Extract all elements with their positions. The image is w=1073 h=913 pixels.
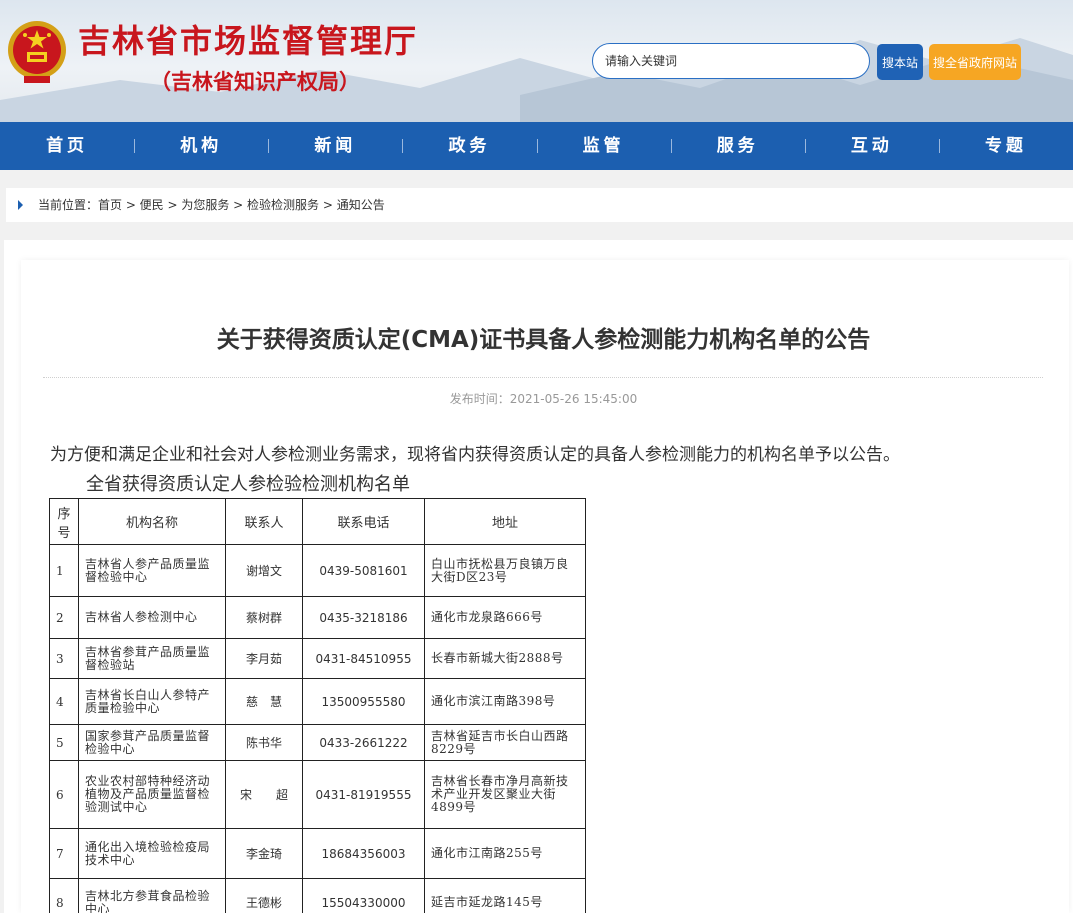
institution-table: 序号 机构名称 联系人 联系电话 地址 1 吉林省人参产品质量监督检验中心 谢增… [49,498,586,913]
triangle-right-icon [18,200,23,210]
cell-address: 吉林省延吉市长白山西路8229号 [424,724,586,761]
cell-address: 通化市江南路255号 [424,828,586,879]
cell-phone: 0431-84510955 [302,638,425,679]
list-title: 全省获得资质认定人参检验检测机构名单 [86,474,410,495]
nav-news[interactable]: 新闻 [268,122,402,170]
cell-name: 通化出入境检验检疫局技术中心 [78,828,226,879]
cell-contact: 李月茹 [225,638,303,679]
national-emblem-icon [8,21,66,83]
main-nav: 首页 机构 新闻 政务 监管 服务 互动 专题 [0,122,1073,170]
article-intro: 为方便和满足企业和社会对人参检测业务需求，现将省内获得资质认定的具备人参检测能力… [50,445,900,465]
cell-contact: 慈 慧 [225,678,303,725]
nav-institution[interactable]: 机构 [134,122,268,170]
cell-phone: 13500955580 [302,678,425,725]
cell-no: 5 [49,724,79,761]
search-input[interactable] [592,43,870,79]
cell-name: 吉林省参茸产品质量监督检验站 [78,638,226,679]
table-row: 3 吉林省参茸产品质量监督检验站 李月茹 0431-84510955 长春市新城… [49,638,586,679]
cell-address: 通化市滨江南路398号 [424,678,586,725]
cell-name: 吉林省人参产品质量监督检验中心 [78,544,226,597]
cell-contact: 陈书华 [225,724,303,761]
cell-address: 吉林省长春市净月高新技术产业开发区聚业大街4899号 [424,760,586,829]
cell-name: 吉林省长白山人参特产质量检验中心 [78,678,226,725]
table-row: 4 吉林省长白山人参特产质量检验中心 慈 慧 13500955580 通化市滨江… [49,678,586,725]
publish-time: 发布时间：2021-05-26 15:45:00 [449,392,638,406]
cell-phone: 18684356003 [302,828,425,879]
search-site-button[interactable]: 搜本站 [877,44,923,80]
cell-no: 4 [49,678,79,725]
nav-services[interactable]: 服务 [670,122,805,170]
nav-home[interactable]: 首页 [0,122,134,170]
cell-contact: 蔡树群 [225,596,303,639]
cell-phone: 0431-81919555 [302,760,425,829]
article-container: 关于获得资质认定(CMA)证书具备人参检测能力机构名单的公告 发布时间：2021… [21,260,1069,913]
cell-name: 吉林省人参检测中心 [78,596,226,639]
header-address: 地址 [424,498,586,545]
table-row: 8 吉林北方参茸食品检验中心 王德彬 15504330000 延吉市延龙路145… [49,878,586,913]
cell-contact: 谢增文 [225,544,303,597]
cell-address: 延吉市延龙路145号 [424,878,586,913]
nav-interaction[interactable]: 互动 [804,122,939,170]
header-no: 序号 [49,498,79,545]
cell-name: 吉林北方参茸食品检验中心 [78,878,226,913]
table-row: 7 通化出入境检验检疫局技术中心 李金琦 18684356003 通化市江南路2… [49,828,586,879]
table-row: 6 农业农村部特种经济动植物及产品质量监督检验测试中心 宋 超 0431-819… [49,760,586,829]
cell-address: 通化市龙泉路666号 [424,596,586,639]
cell-no: 2 [49,596,79,639]
header-phone: 联系电话 [302,498,425,545]
table-row: 5 国家参茸产品质量监督检验中心 陈书华 0433-2661222 吉林省延吉市… [49,724,586,761]
article-title: 关于获得资质认定(CMA)证书具备人参检测能力机构名单的公告 [216,327,871,353]
cell-contact: 李金琦 [225,828,303,879]
cell-no: 3 [49,638,79,679]
table-header-row: 序号 机构名称 联系人 联系电话 地址 [49,498,586,545]
cell-phone: 0433-2661222 [302,724,425,761]
nav-topics[interactable]: 专题 [938,122,1073,170]
site-subtitle: （吉林省知识产权局） [150,69,360,94]
main-content: 关于获得资质认定(CMA)证书具备人参检测能力机构名单的公告 发布时间：2021… [4,240,1073,913]
cell-name: 国家参茸产品质量监督检验中心 [78,724,226,761]
search-all-gov-button[interactable]: 搜全省政府网站 [929,44,1021,80]
nav-supervision[interactable]: 监管 [536,122,671,170]
cell-phone: 0439-5081601 [302,544,425,597]
cell-no: 7 [49,828,79,879]
cell-name: 农业农村部特种经济动植物及产品质量监督检验测试中心 [78,760,226,829]
header-name: 机构名称 [78,498,226,545]
cell-phone: 15504330000 [302,878,425,913]
cell-contact: 宋 超 [225,760,303,829]
site-header: 吉林省市场监督管理厅 （吉林省知识产权局） 搜本站 搜全省政府网站 [0,0,1073,122]
table-row: 1 吉林省人参产品质量监督检验中心 谢增文 0439-5081601 白山市抚松… [49,544,586,597]
breadcrumb: 当前位置：首页 > 便民 > 为您服务 > 检验检测服务 > 通知公告 [6,188,1073,222]
cell-address: 白山市抚松县万良镇万良大街D区23号 [424,544,586,597]
title-divider [43,377,1043,378]
cell-no: 8 [49,878,79,913]
cell-contact: 王德彬 [225,878,303,913]
header-contact: 联系人 [225,498,303,545]
nav-government-affairs[interactable]: 政务 [402,122,536,170]
cell-phone: 0435-3218186 [302,596,425,639]
cell-address: 长春市新城大街2888号 [424,638,586,679]
table-row: 2 吉林省人参检测中心 蔡树群 0435-3218186 通化市龙泉路666号 [49,596,586,639]
cell-no: 1 [49,544,79,597]
cell-no: 6 [49,760,79,829]
site-title: 吉林省市场监督管理厅 [78,22,419,60]
breadcrumb-text[interactable]: 当前位置：首页 > 便民 > 为您服务 > 检验检测服务 > 通知公告 [38,188,385,222]
